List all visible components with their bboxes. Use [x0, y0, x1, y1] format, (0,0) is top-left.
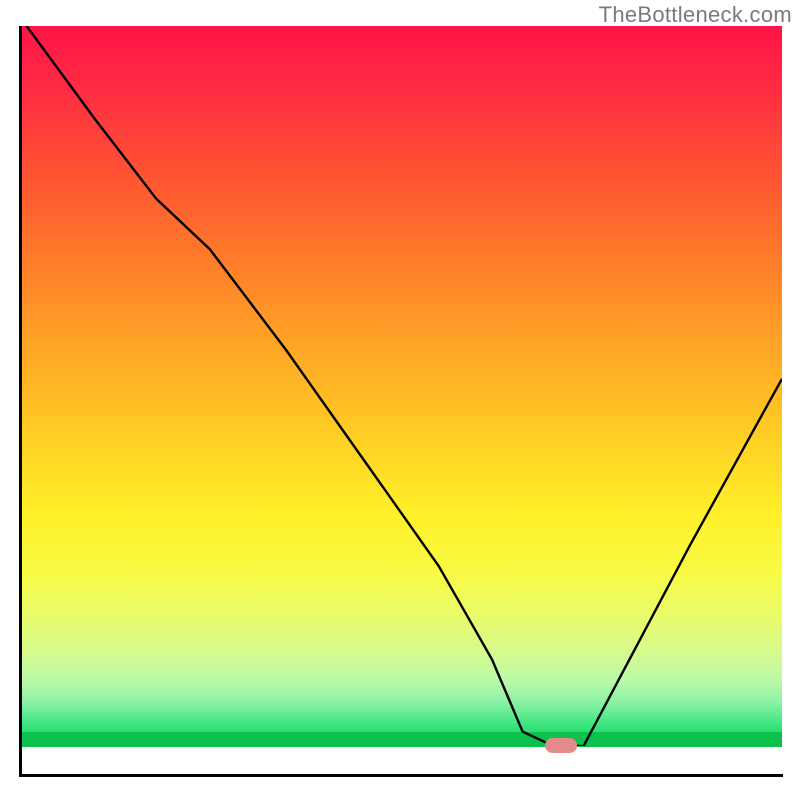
plot-area [19, 26, 782, 779]
x-axis-line [19, 774, 783, 777]
watermark-label: TheBottleneck.com [599, 2, 792, 28]
optimal-marker [545, 738, 577, 753]
bottleneck-curve-path [27, 26, 782, 746]
bottleneck-curve-svg [19, 26, 782, 746]
chart-container: TheBottleneck.com [0, 0, 800, 800]
y-axis-line [19, 26, 22, 776]
